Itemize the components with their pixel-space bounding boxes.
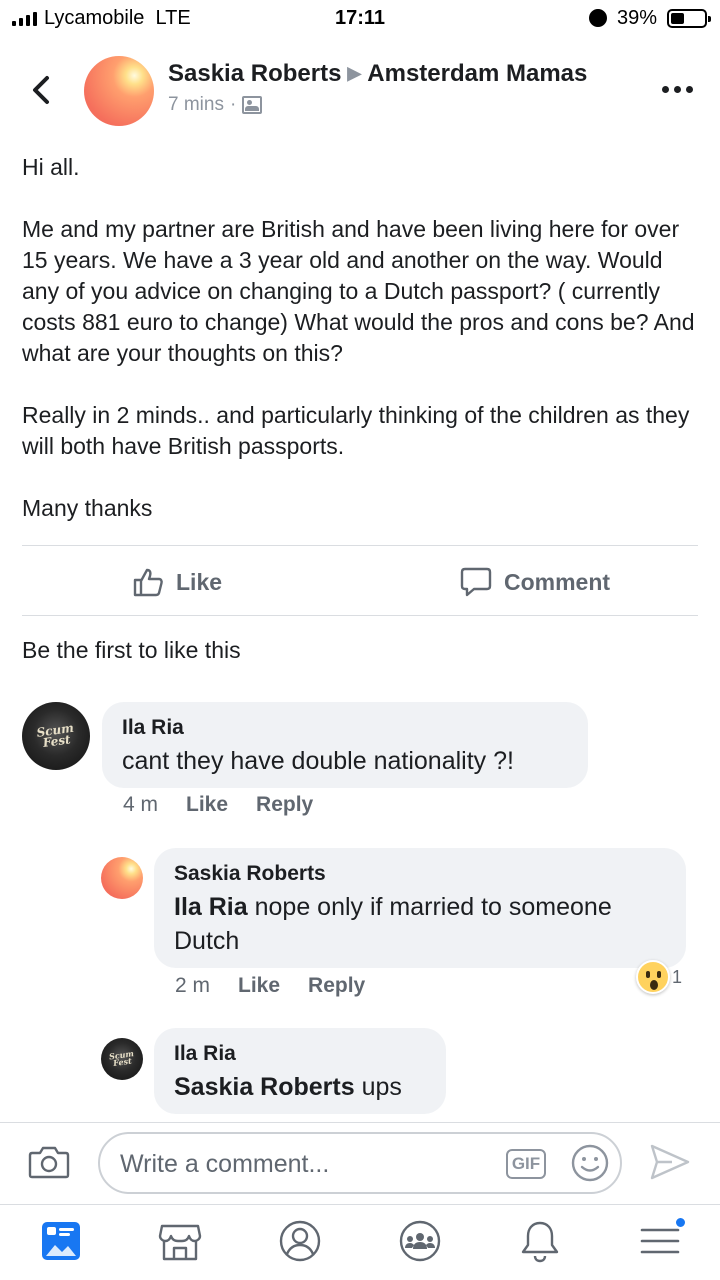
comment-reply-button[interactable]: Reply (256, 793, 313, 817)
profile-icon[interactable] (277, 1218, 323, 1264)
post-author-name[interactable]: Saskia Roberts (168, 60, 341, 87)
battery-icon (667, 9, 711, 28)
reply-reply-button[interactable]: Reply (308, 974, 365, 998)
group-name[interactable]: Amsterdam Mamas (367, 60, 587, 87)
marketplace-icon[interactable] (157, 1218, 203, 1264)
comment-input[interactable]: Write a comment... (120, 1150, 329, 1179)
arrow-right-icon: ▶ (347, 63, 362, 83)
commenter-avatar[interactable]: Scum Fest (22, 702, 90, 770)
divider (22, 545, 698, 546)
post-title: Saskia Roberts ▶ Amsterdam Mamas (168, 60, 587, 88)
group-audience-icon (242, 96, 263, 114)
comment-time: 4 m (123, 793, 159, 816)
post-paragraph: Really in 2 minds.. and particularly thi… (22, 402, 690, 459)
reply-author[interactable]: Ila Ria (174, 1042, 236, 1066)
reply-author-avatar[interactable] (101, 857, 143, 899)
comment-meta: 4 m Like Reply (123, 793, 313, 817)
thumbs-up-icon (133, 568, 163, 597)
reply-meta: 2 m Like Reply (175, 974, 365, 998)
comment-author[interactable]: Ila Ria (122, 716, 184, 740)
comment-bubble[interactable]: Ila Ria cant they have double nationalit… (102, 702, 588, 788)
post-paragraph: Hi all. (22, 154, 80, 180)
comment-composer[interactable]: Write a comment... GIF (98, 1132, 622, 1194)
comment-like-button[interactable]: Like (186, 793, 228, 817)
avatar-logo-text: Scum Fest (35, 720, 75, 750)
status-bar: Lycamobile LTE 17:11 39% (0, 0, 720, 40)
gif-icon[interactable]: GIF (506, 1149, 546, 1179)
post-meta: 7 mins · (168, 94, 263, 116)
post-body: Hi all. Me and my partner are British an… (22, 152, 702, 524)
like-label: Like (176, 568, 223, 595)
mention-link[interactable]: Ila Ria (174, 893, 248, 921)
back-icon[interactable] (26, 72, 56, 108)
emoji-icon[interactable] (570, 1143, 610, 1183)
news-feed-icon[interactable] (38, 1218, 84, 1264)
notification-badge (674, 1216, 687, 1229)
reply-author[interactable]: Saskia Roberts (174, 862, 326, 886)
post-time[interactable]: 7 mins (168, 94, 224, 116)
post-paragraph: Me and my partner are British and have b… (22, 216, 695, 366)
reply-time: 2 m (175, 974, 211, 997)
reaction-count: 1 (672, 966, 683, 987)
reply-text: Ila Ria nope only if married to someone … (174, 890, 674, 958)
camera-icon[interactable] (28, 1144, 70, 1180)
reply-bubble[interactable]: Saskia Roberts Ila Ria nope only if marr… (154, 848, 686, 968)
alarm-icon (589, 9, 607, 27)
more-options-icon[interactable] (662, 86, 693, 93)
divider (22, 615, 698, 616)
comment-text: cant they have double nationality ?! (122, 747, 514, 775)
reply-text: Saskia Roberts ups (174, 1070, 402, 1104)
reaction-summary[interactable]: 1 (636, 960, 682, 994)
avatar-logo-text: Scum Fest (108, 1048, 135, 1069)
mention-link[interactable]: Saskia Roberts (174, 1073, 355, 1101)
likes-summary: Be the first to like this (22, 637, 241, 663)
reply-like-button[interactable]: Like (238, 974, 280, 998)
reply-text-content: ups (354, 1073, 402, 1101)
reply-author-avatar[interactable]: Scum Fest (101, 1038, 143, 1080)
divider (0, 1204, 720, 1205)
post-paragraph: Many thanks (22, 495, 153, 521)
battery-percent: 39% (617, 7, 658, 29)
groups-icon[interactable] (397, 1218, 443, 1264)
notifications-icon[interactable] (517, 1218, 563, 1264)
clock: 17:11 (334, 7, 386, 29)
meta-separator: · (229, 94, 237, 115)
comment-icon (460, 567, 492, 597)
author-avatar[interactable] (84, 56, 154, 126)
reply-bubble[interactable]: Ila Ria Saskia Roberts ups (154, 1028, 446, 1114)
divider (0, 1122, 720, 1123)
wow-reaction-icon (636, 960, 670, 994)
like-button[interactable]: Like (132, 565, 222, 599)
comment-label: Comment (504, 568, 611, 595)
comment-button[interactable]: Comment (460, 565, 610, 599)
send-icon[interactable] (648, 1142, 692, 1182)
